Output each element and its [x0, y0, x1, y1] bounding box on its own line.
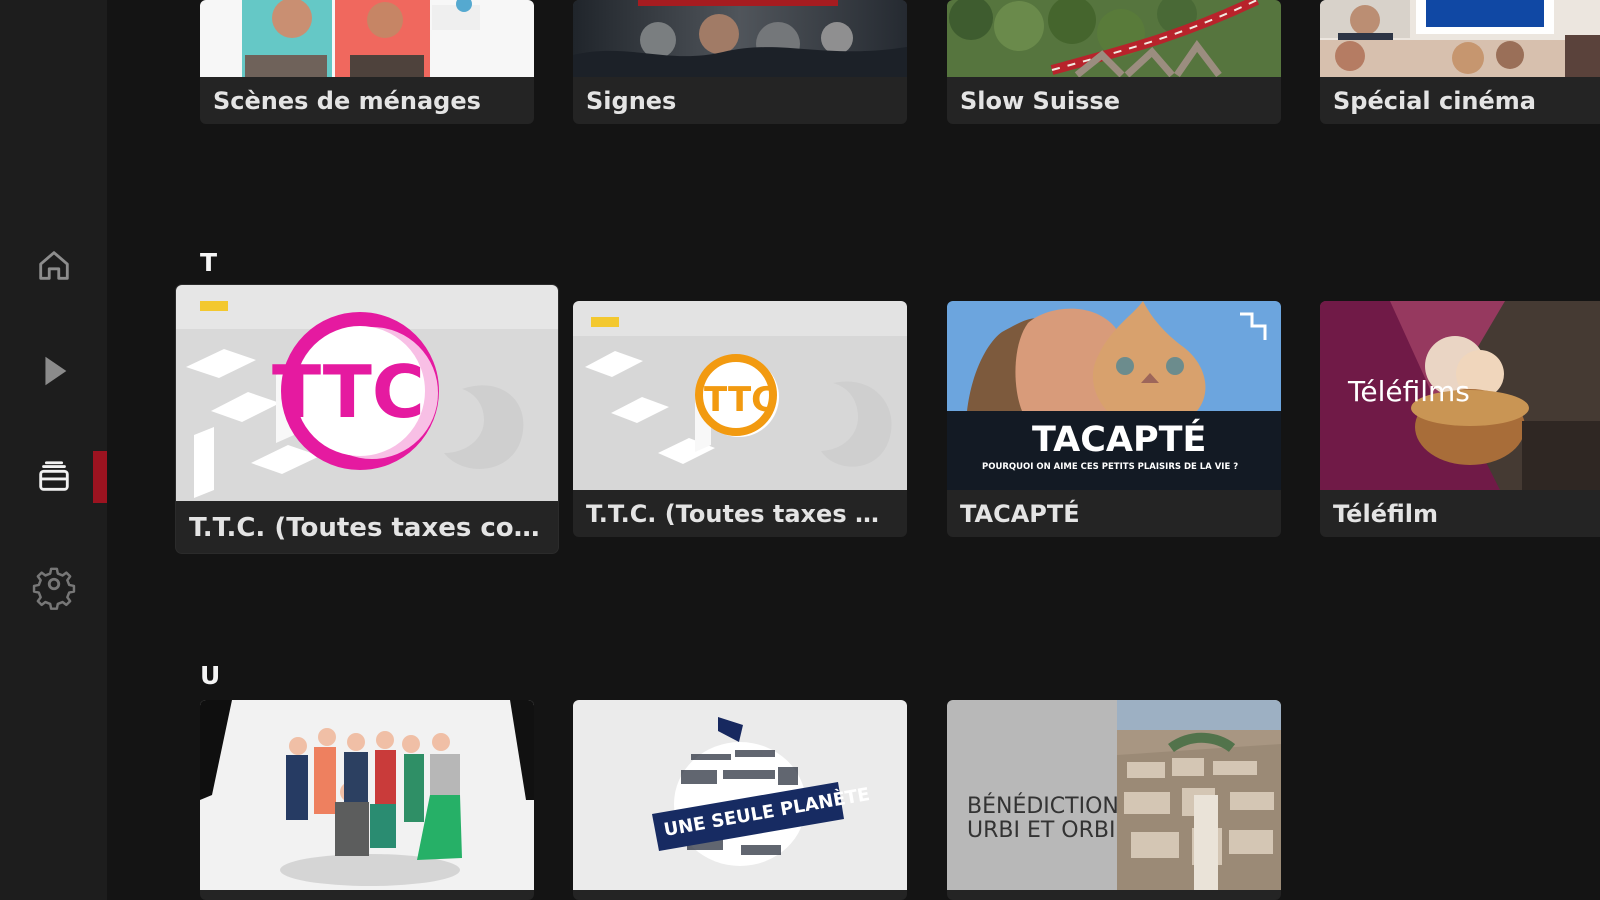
program-card-une-seule-planete[interactable]: UNE SEULE PLANÈTE [573, 700, 907, 900]
play-icon [45, 356, 67, 386]
program-thumbnail: Téléfilms [1320, 301, 1600, 490]
section-letter-u: U [200, 661, 221, 690]
tacapte-thumb-subtitle: POURQUOI ON AIME CES PETITS PLAISIRS DE … [982, 462, 1238, 472]
program-card-ttc-selected[interactable]: TTC T.T.C. (Toutes taxes com... [176, 285, 558, 553]
program-card-slow-suisse[interactable]: Slow Suisse [947, 0, 1281, 124]
program-thumbnail: UNE SEULE PLANÈTE [573, 700, 907, 890]
program-card-scenes-de-menages[interactable]: Scènes de ménages [200, 0, 534, 124]
program-title: Slow Suisse [960, 87, 1120, 115]
program-title: T.T.C. (Toutes taxes com... [189, 513, 544, 543]
ttc-logo-text: TTC [704, 380, 776, 420]
program-thumbnail [947, 0, 1281, 77]
sidebar [0, 0, 107, 900]
tacapte-thumb-title: TACAPTÉ [1032, 418, 1206, 460]
program-grid: T U Scènes de ménages Signes Slow Suisse… [107, 0, 1600, 900]
program-title: Scènes de ménages [213, 87, 481, 115]
program-thumbnail: TTC [176, 285, 558, 501]
program-title: T.T.C. (Toutes taxes com... [586, 500, 893, 528]
library-nav-button[interactable] [27, 450, 81, 504]
program-thumbnail [200, 0, 534, 77]
telefilm-thumb-title: Téléfilms [1347, 375, 1470, 408]
ttc-logo-text: TTC [272, 350, 425, 434]
program-thumbnail [573, 0, 907, 77]
home-nav-button[interactable] [27, 238, 81, 292]
program-thumbnail: BÉNÉDICTION URBI ET ORBI [947, 700, 1281, 890]
program-card-telefilm[interactable]: Téléfilms Téléfilm [1320, 301, 1600, 537]
home-icon [39, 251, 69, 280]
program-title: TACAPTÉ [960, 500, 1080, 528]
program-title: Spécial cinéma [1333, 87, 1536, 115]
app-screen: T U Scènes de ménages Signes Slow Suisse… [0, 0, 1600, 900]
program-thumbnail: TACAPTÉ POURQUOI ON AIME CES PETITS PLAI… [947, 301, 1281, 490]
program-card-signes[interactable]: Signes [573, 0, 907, 124]
program-card-benediction-urbi-et-orbi[interactable]: BÉNÉDICTION URBI ET ORBI [947, 700, 1281, 900]
program-card-cast[interactable] [200, 700, 534, 900]
program-title: Téléfilm [1333, 500, 1438, 528]
settings-nav-button[interactable] [27, 557, 81, 611]
library-icon [39, 461, 69, 491]
program-card-special-cinema[interactable]: Spécial cinéma [1320, 0, 1600, 124]
program-card-ttc[interactable]: TTC T.T.C. (Toutes taxes com... [573, 301, 907, 537]
benediction-thumb-title-line2: URBI ET ORBI [967, 818, 1115, 843]
program-thumbnail [1320, 0, 1600, 77]
program-card-tacapte[interactable]: TACAPTÉ POURQUOI ON AIME CES PETITS PLAI… [947, 301, 1281, 537]
section-letter-t: T [200, 248, 218, 277]
program-title: Signes [586, 87, 677, 115]
active-nav-indicator [93, 451, 107, 503]
play-nav-button[interactable] [27, 344, 81, 398]
program-thumbnail: TTC [573, 301, 907, 490]
benediction-thumb-title-line1: BÉNÉDICTION [967, 793, 1119, 819]
gear-icon [32, 567, 76, 610]
program-thumbnail [200, 700, 534, 890]
